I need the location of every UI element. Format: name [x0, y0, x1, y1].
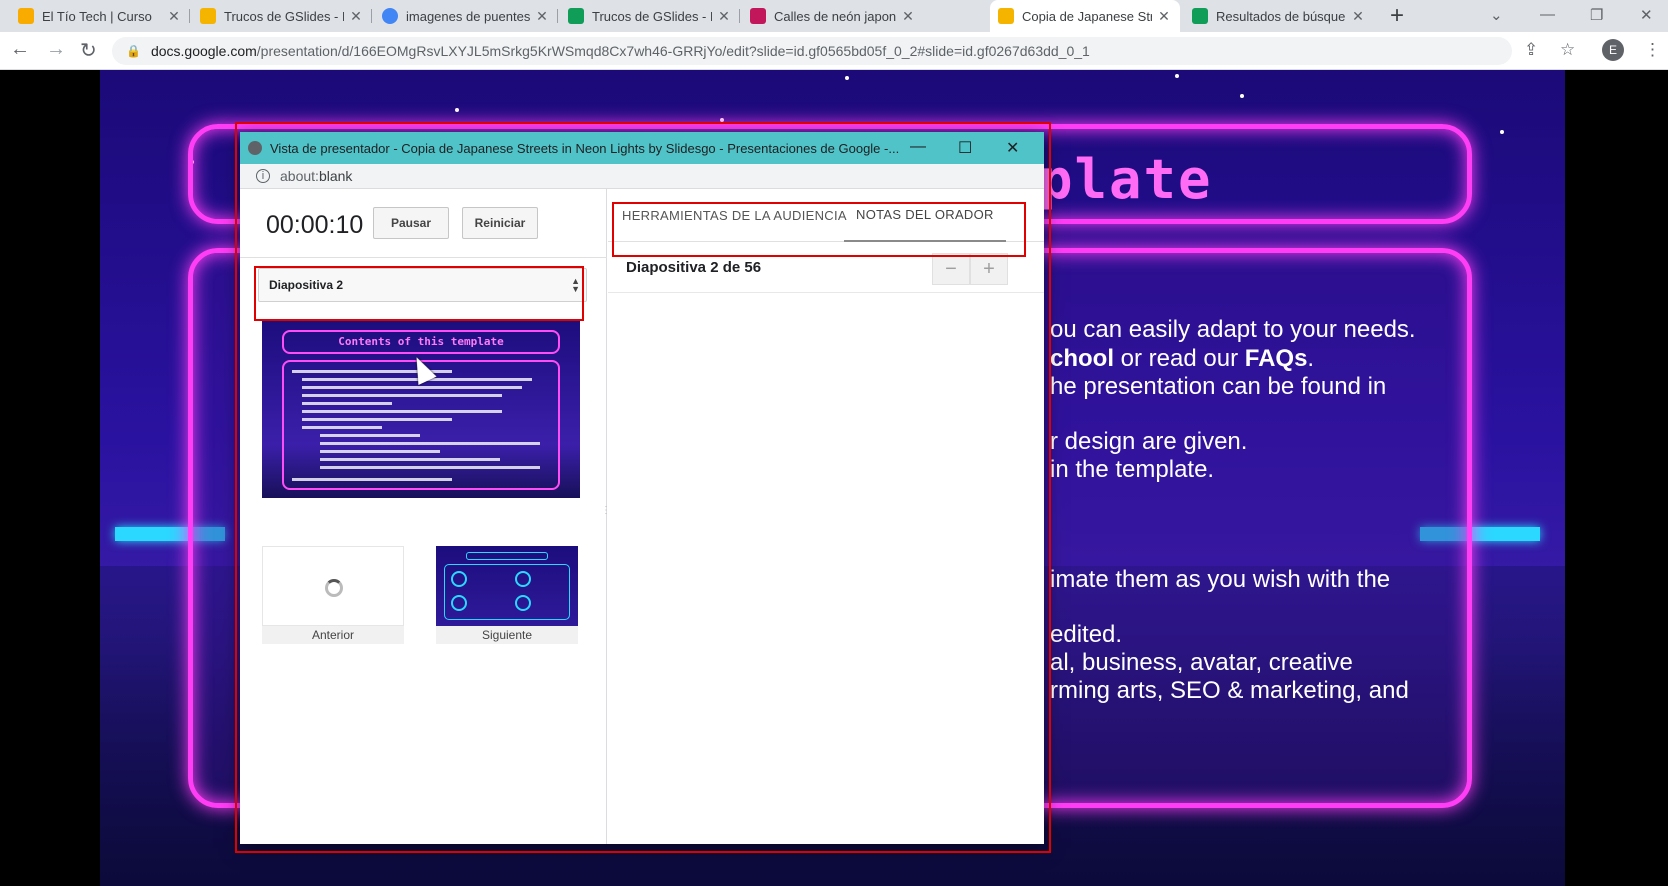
- lock-icon[interactable]: 🔒: [126, 44, 141, 58]
- reload-icon[interactable]: ↻: [80, 38, 97, 63]
- star-decoration: [1500, 130, 1504, 134]
- annotation-highlight-tabs: [612, 202, 1026, 257]
- tab-label: Copia de Japanese Str: [1022, 8, 1152, 24]
- tab-label: Trucos de GSlides - Pr: [224, 8, 344, 24]
- browser-tab-strip: El Tío Tech | Curso ✕ Trucos de GSlides …: [0, 0, 1668, 32]
- drive-favicon-icon: [1192, 8, 1208, 24]
- slides-favicon-icon: [998, 8, 1014, 24]
- close-window-icon[interactable]: ✕: [1640, 6, 1653, 24]
- forward-arrow-icon[interactable]: →: [46, 38, 66, 61]
- star-decoration: [1175, 74, 1179, 78]
- profile-avatar[interactable]: E: [1602, 39, 1624, 61]
- close-tab-icon[interactable]: ✕: [534, 8, 550, 25]
- google-favicon-icon: [382, 8, 398, 24]
- share-icon[interactable]: ⇪: [1524, 40, 1538, 60]
- tab-label: Resultados de búsque: [1216, 8, 1346, 24]
- url-path: /presentation/d/166EOMgRsvLXYJL5mSrkg5Kr…: [256, 43, 1090, 59]
- new-tab-button[interactable]: +: [1390, 2, 1404, 30]
- url-host: docs.google.com: [150, 43, 257, 59]
- minimize-icon[interactable]: —: [1540, 6, 1555, 23]
- close-tab-icon[interactable]: ✕: [166, 8, 182, 25]
- close-tab-icon[interactable]: ✕: [1350, 8, 1366, 25]
- tab-label: imagenes de puentes: [406, 8, 530, 24]
- close-tab-icon[interactable]: ✕: [716, 8, 732, 25]
- slide-text-line: r design are given.: [1050, 428, 1248, 455]
- browser-tab[interactable]: Trucos de GSlides - H ✕: [560, 0, 740, 32]
- slide-text-line: he presentation can be found in: [1050, 373, 1387, 400]
- star-decoration: [845, 76, 849, 80]
- close-tab-icon[interactable]: ✕: [900, 8, 916, 25]
- slide-text-line: imate them as you wish with the: [1050, 566, 1391, 593]
- star-decoration: [455, 108, 459, 112]
- tab-search-icon[interactable]: ⌄: [1490, 6, 1503, 24]
- close-tab-icon[interactable]: ✕: [348, 8, 364, 25]
- address-bar[interactable]: 🔒 docs.google.com /presentation/d/166EOM…: [112, 37, 1512, 65]
- bookmark-star-icon[interactable]: ☆: [1560, 40, 1575, 60]
- maximize-icon[interactable]: ❐: [1590, 6, 1603, 24]
- slide-title: plate: [1040, 148, 1213, 211]
- browser-tab[interactable]: Calles de neón japone ✕: [742, 0, 924, 32]
- drive-favicon-icon: [568, 8, 584, 24]
- slide-text-line: chool or read our FAQs.: [1050, 345, 1315, 372]
- back-arrow-icon[interactable]: ←: [10, 38, 30, 61]
- annotation-highlight-dropdown: [254, 266, 584, 321]
- slide-text-line: rming arts, SEO & marketing, and: [1050, 677, 1409, 704]
- site-favicon-icon: [18, 8, 34, 24]
- slide-text-line: al, business, avatar, creative: [1050, 649, 1353, 676]
- tab-label: Calles de neón japone: [774, 8, 896, 24]
- tab-label: El Tío Tech | Curso: [42, 8, 152, 24]
- browser-toolbar: ← → ↻ 🔒 docs.google.com /presentation/d/…: [0, 32, 1668, 70]
- browser-tab[interactable]: El Tío Tech | Curso ✕: [10, 0, 190, 32]
- more-menu-icon[interactable]: ⋮: [1644, 40, 1661, 60]
- star-decoration: [1240, 94, 1244, 98]
- slide-text-line: in the template.: [1050, 456, 1215, 483]
- slide-text-line: edited.: [1050, 621, 1123, 648]
- slides-favicon-icon: [200, 8, 216, 24]
- close-tab-icon[interactable]: ✕: [1156, 8, 1172, 25]
- browser-tab[interactable]: Resultados de búsque ✕: [1184, 0, 1374, 32]
- site-favicon-icon: [750, 8, 766, 24]
- browser-tab[interactable]: imagenes de puentes ✕: [374, 0, 558, 32]
- slide-text-line: ou can easily adapt to your needs.: [1050, 316, 1416, 343]
- browser-tab[interactable]: Trucos de GSlides - Pr ✕: [192, 0, 372, 32]
- tab-label: Trucos de GSlides - H: [592, 8, 712, 24]
- browser-tab-active[interactable]: Copia de Japanese Str ✕: [990, 0, 1180, 32]
